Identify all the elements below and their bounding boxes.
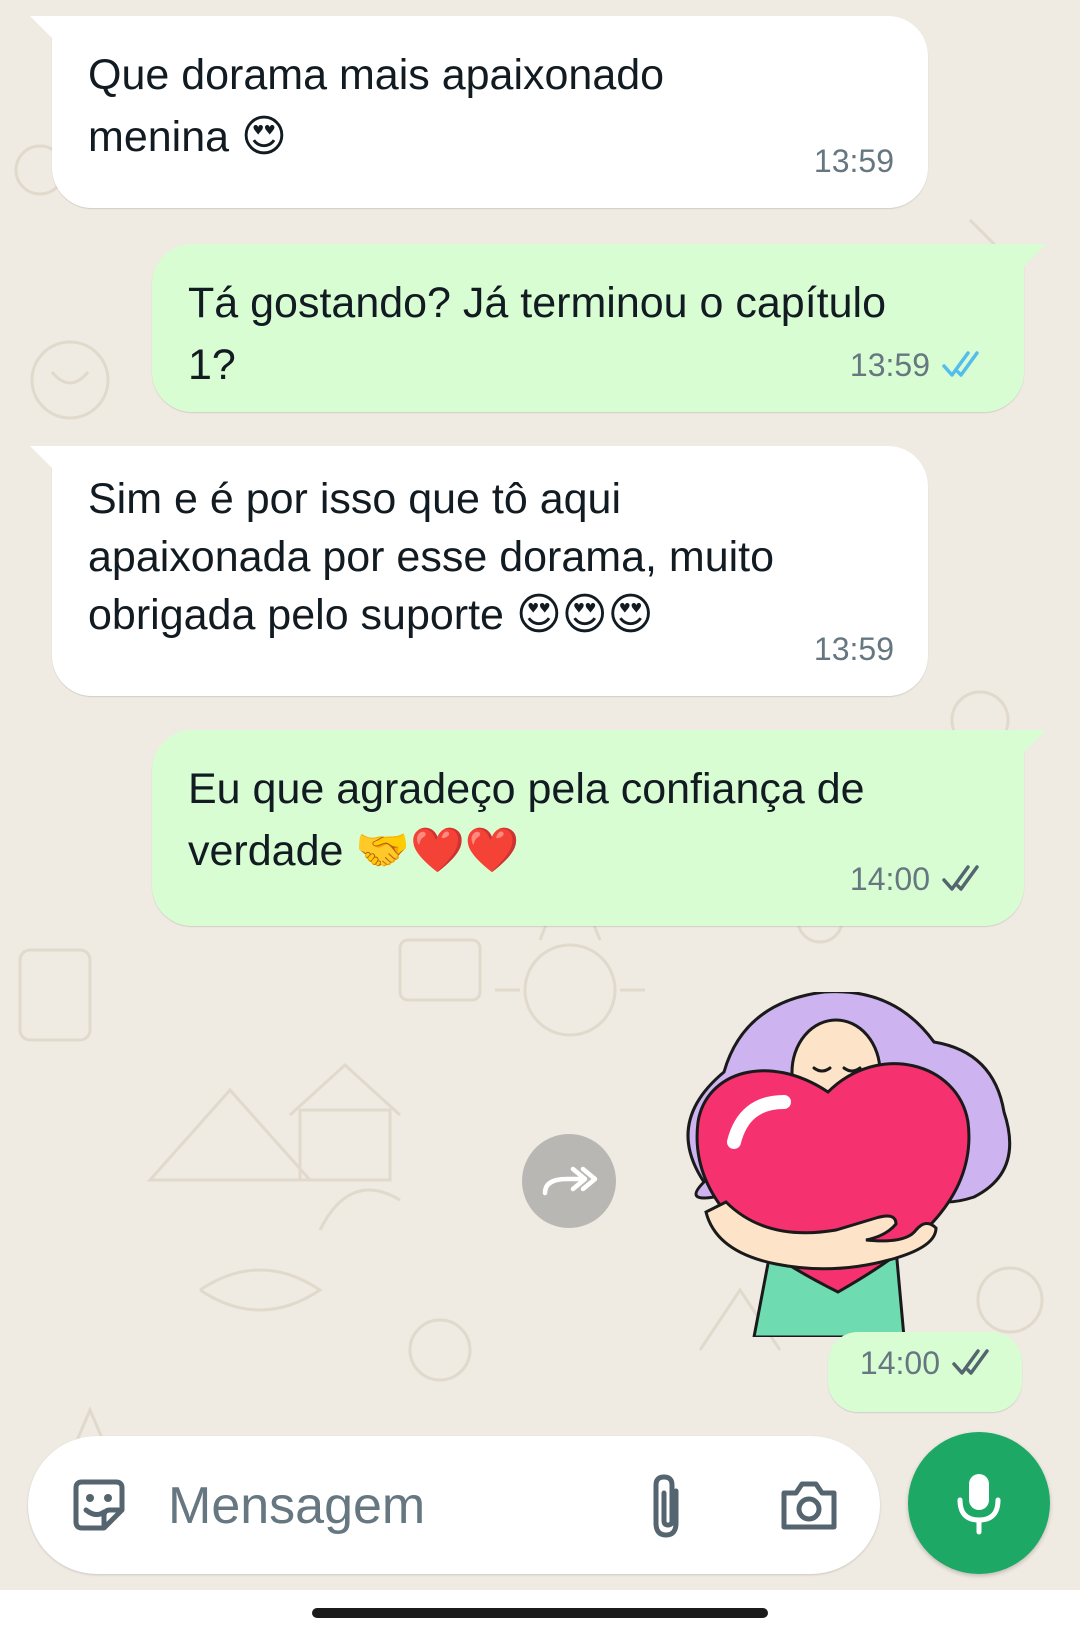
voice-record-button[interactable] xyxy=(908,1432,1050,1574)
emoji: 🤝❤️❤️ xyxy=(355,825,520,876)
double-check-delivered-icon xyxy=(952,1349,989,1375)
message-text: Sim e é por isso que tô aqui apaixonada … xyxy=(88,475,775,640)
message-meta: 14:00 xyxy=(850,848,990,910)
emoji: 😍😍😍 xyxy=(515,589,654,640)
paperclip-icon[interactable] xyxy=(636,1466,696,1546)
message-composer[interactable]: Mensagem xyxy=(28,1436,880,1574)
message-meta: 13:59 xyxy=(814,618,894,680)
message-time: 13:59 xyxy=(849,347,930,383)
message-text: Que dorama mais apaixonado menina 😍 xyxy=(88,51,665,162)
message-bubble-incoming[interactable]: Que dorama mais apaixonado menina 😍 13:5… xyxy=(30,16,928,208)
message-time: 14:00 xyxy=(859,1345,940,1381)
message-time: 13:59 xyxy=(813,143,894,179)
forward-button[interactable] xyxy=(522,1134,616,1228)
message-input[interactable]: Mensagem xyxy=(168,1476,425,1536)
home-gesture-handle[interactable] xyxy=(312,1608,768,1618)
microphone-icon xyxy=(957,1474,1001,1535)
message-bubble-outgoing[interactable]: Tá gostando? Já terminou o capítulo 1? 1… xyxy=(152,244,1046,412)
emoji: 😍 xyxy=(240,111,287,162)
message-meta: 13:59 xyxy=(850,334,990,396)
message-meta: 13:59 xyxy=(814,130,894,192)
message-time: 13:59 xyxy=(813,631,894,667)
message-bubble-incoming[interactable]: Sim e é por isso que tô aqui apaixonada … xyxy=(30,446,928,696)
message-bubble-outgoing[interactable]: Eu que agradeço pela confiança de verdad… xyxy=(152,730,1046,926)
message-meta: 14:00 xyxy=(860,1332,1000,1394)
double-check-read-icon xyxy=(942,351,979,377)
system-navigation-bar xyxy=(0,1590,1080,1638)
sticker-time-bubble: 14:00 xyxy=(828,1332,1022,1412)
double-check-delivered-icon xyxy=(942,865,979,891)
sticker-icon[interactable] xyxy=(64,1470,134,1540)
girl-hugging-heart-sticker[interactable] xyxy=(664,992,1012,1337)
camera-icon[interactable] xyxy=(776,1472,842,1538)
forward-icon xyxy=(542,1166,598,1196)
message-time: 14:00 xyxy=(849,861,930,897)
